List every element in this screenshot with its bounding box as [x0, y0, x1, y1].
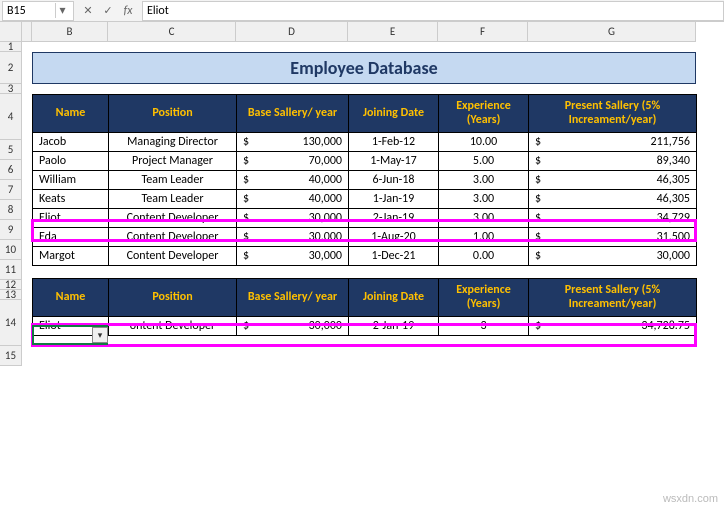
- row-header[interactable]: 1: [0, 42, 22, 52]
- row-header[interactable]: 4: [0, 94, 22, 140]
- row-header[interactable]: 15: [0, 346, 22, 366]
- table-row[interactable]: EliotContent Developer30,0002-Jan-193.00…: [33, 208, 697, 227]
- formula-bar-row: B15 ▾ ✕ ✓ fx Eliot: [0, 0, 724, 22]
- formula-value: Eliot: [147, 4, 169, 18]
- cancel-icon[interactable]: ✕: [78, 1, 98, 21]
- row-header[interactable]: 2: [0, 52, 22, 84]
- row-header[interactable]: 7: [0, 180, 22, 200]
- col-header[interactable]: B: [32, 22, 108, 42]
- lookup-table: Name Position Base Sallery/ year Joining…: [32, 278, 697, 336]
- th-name: Name: [33, 95, 109, 133]
- table-row[interactable]: WilliamTeam Leader40,0006-Jun-183.0046,3…: [33, 170, 697, 189]
- row-header[interactable]: 11: [0, 260, 22, 280]
- row-header[interactable]: 9: [0, 220, 22, 240]
- th-name: Name: [33, 279, 109, 317]
- th-joining: Joining Date: [349, 95, 439, 133]
- watermark: wsxdn.com: [663, 493, 718, 505]
- table-row[interactable]: JacobManaging Director130,0001-Feb-1210.…: [33, 132, 697, 151]
- th-joining: Joining Date: [349, 279, 439, 317]
- col-header[interactable]: C: [108, 22, 236, 42]
- sheet-title: Employee Database: [32, 52, 696, 84]
- table-row[interactable]: EdaContent Developer30,0001-Aug-201.0031…: [33, 227, 697, 246]
- col-header[interactable]: D: [236, 22, 348, 42]
- row-header[interactable]: 10: [0, 240, 22, 260]
- col-header[interactable]: E: [348, 22, 438, 42]
- row-header[interactable]: 5: [0, 140, 22, 160]
- col-header[interactable]: G: [528, 22, 696, 42]
- name-box-value: B15: [7, 4, 26, 18]
- employee-table: Name Position Base Sallery/ year Joining…: [32, 94, 697, 266]
- row-header[interactable]: 3: [0, 84, 22, 94]
- row-header[interactable]: 13: [0, 290, 22, 300]
- th-present: Present Sallery (5% Increament/year): [529, 95, 697, 133]
- th-base: Base Sallery/ year: [237, 279, 349, 317]
- dropdown-handle-icon[interactable]: ▾: [92, 327, 108, 343]
- table-row[interactable]: PaoloProject Manager70,0001-May-175.0089…: [33, 151, 697, 170]
- col-header[interactable]: F: [438, 22, 528, 42]
- fx-icon[interactable]: fx: [118, 1, 138, 21]
- name-box[interactable]: B15 ▾: [2, 1, 74, 21]
- enter-icon[interactable]: ✓: [98, 1, 118, 21]
- table-row[interactable]: KeatsTeam Leader40,0001-Jan-193.0046,305: [33, 189, 697, 208]
- row-header[interactable]: 8: [0, 200, 22, 220]
- row-header[interactable]: 6: [0, 160, 22, 180]
- row-header[interactable]: 14: [0, 300, 22, 346]
- col-header[interactable]: [22, 22, 32, 42]
- formula-input[interactable]: Eliot: [142, 1, 724, 21]
- name-box-dropdown-icon[interactable]: ▾: [55, 3, 69, 18]
- th-position: Position: [109, 95, 237, 133]
- th-exp: Experience (Years): [439, 95, 529, 133]
- th-present: Present Sallery (5% Increament/year): [529, 279, 697, 317]
- th-position: Position: [109, 279, 237, 317]
- th-base: Base Sallery/ year: [237, 95, 349, 133]
- th-exp: Experience (Years): [439, 279, 529, 317]
- lookup-row[interactable]: Eliot ontent Developer 30,000 2-Jan-19 3…: [33, 316, 697, 335]
- table-row[interactable]: MargotContent Developer30,0001-Dec-210.0…: [33, 246, 697, 265]
- select-all-corner[interactable]: [0, 22, 22, 42]
